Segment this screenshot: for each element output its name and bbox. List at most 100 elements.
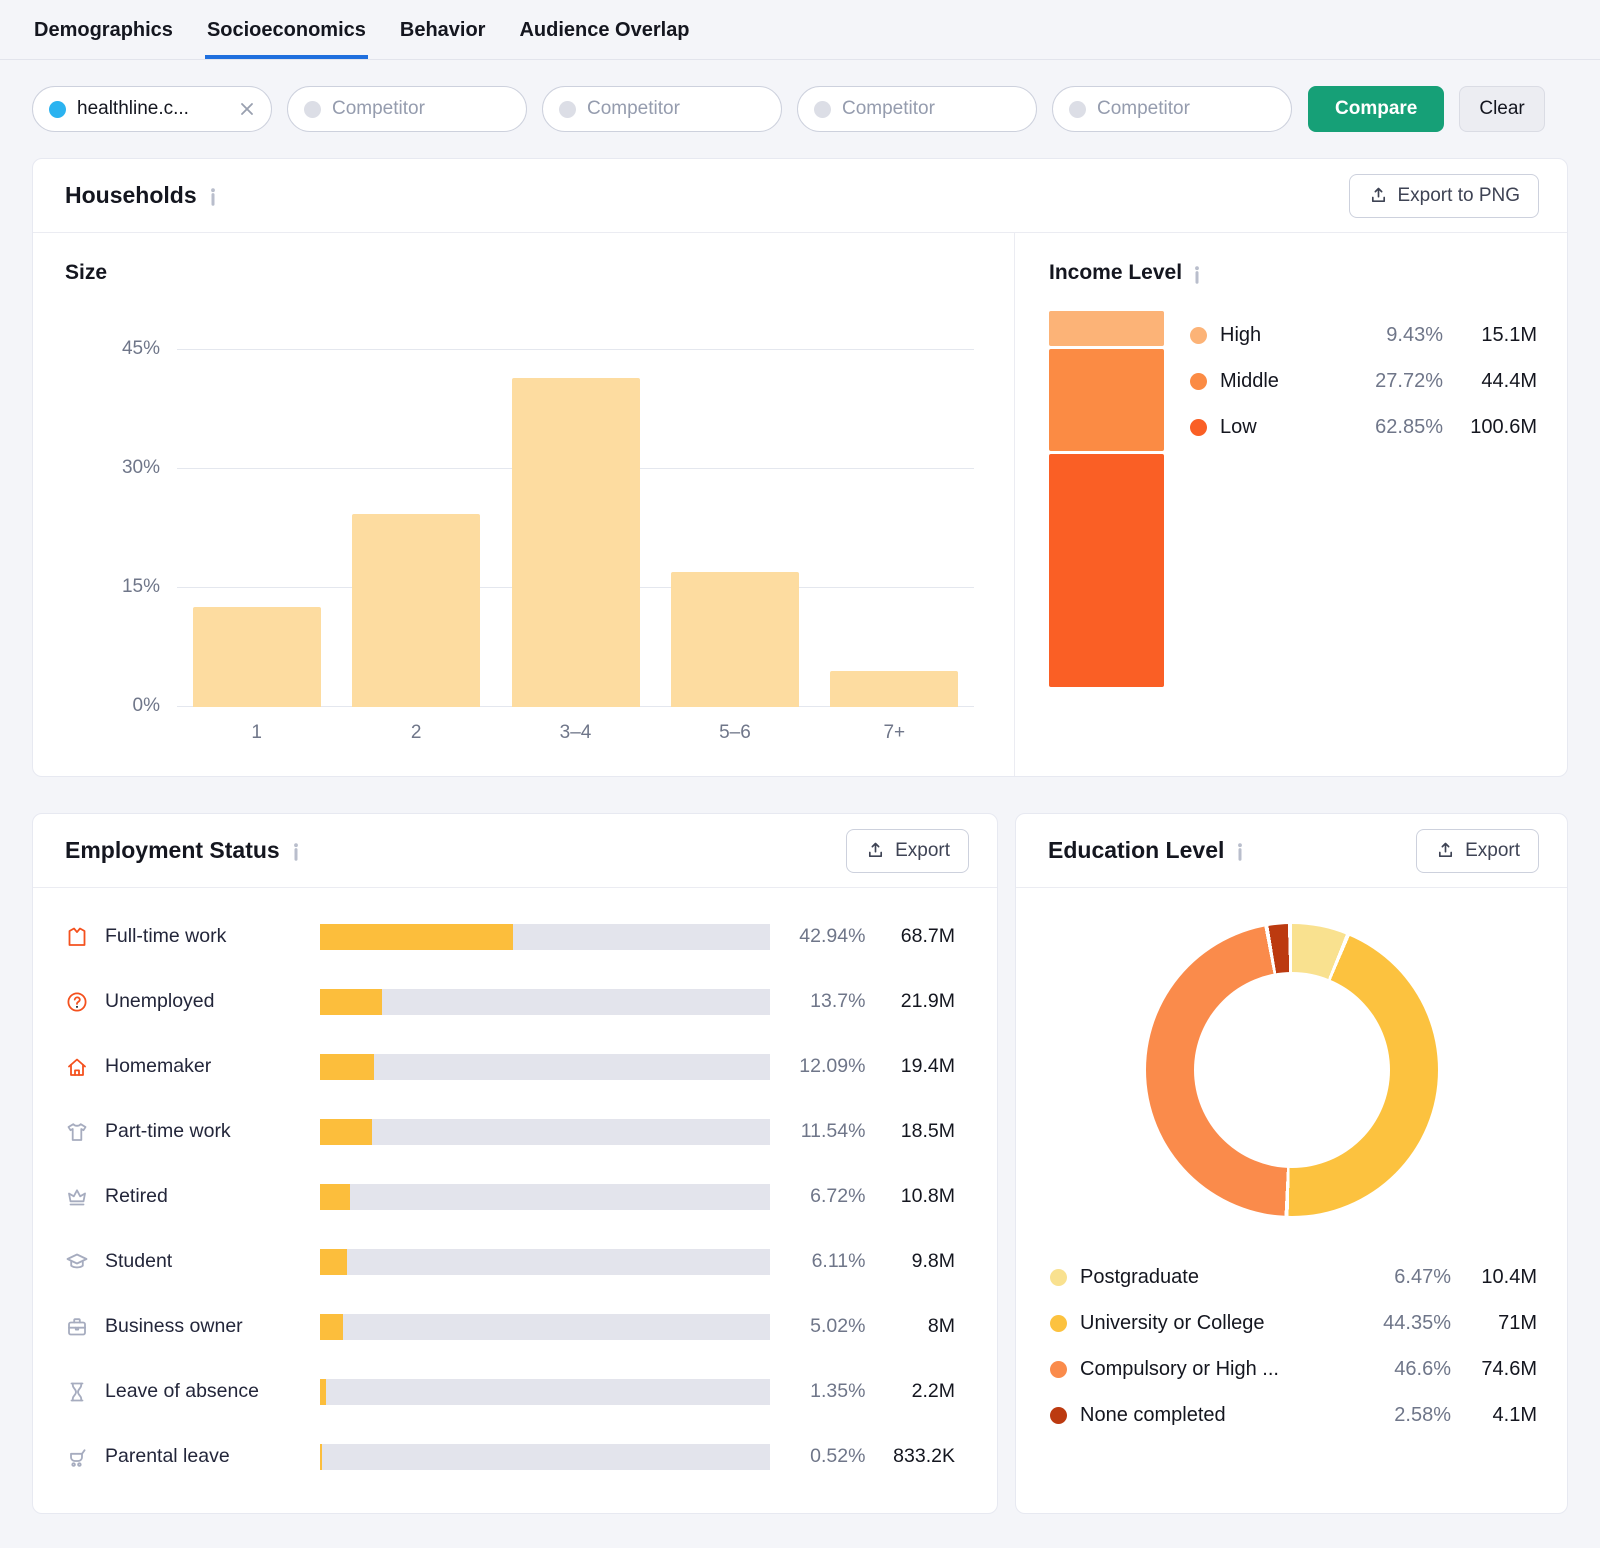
education-legend-label: Postgraduate <box>1080 1266 1359 1289</box>
export-to-png-button[interactable]: Export to PNG <box>1349 174 1540 218</box>
info-icon[interactable] <box>1235 842 1245 862</box>
employment-percent: 6.72% <box>770 1185 866 1208</box>
households-header: Households Export to PNG <box>33 159 1567 233</box>
employment-row: Leave of absence1.35%2.2M <box>65 1359 955 1424</box>
stroller-icon <box>65 1445 91 1469</box>
competitor-input-2[interactable]: Competitor <box>542 86 782 132</box>
employment-export-button[interactable]: Export <box>846 829 969 873</box>
x-tick-label: 5–6 <box>655 722 814 744</box>
income-segment-middle[interactable] <box>1049 349 1164 452</box>
legend-dot-icon <box>1190 419 1207 436</box>
legend-dot-icon <box>1050 1361 1067 1378</box>
y-tick-label: 0% <box>133 695 160 717</box>
employment-row: Full-time work42.94%68.7M <box>65 904 955 969</box>
legend-dot-icon <box>1190 327 1207 344</box>
tab-socioeconomics[interactable]: Socioeconomics <box>205 0 368 59</box>
domain-chip-label: healthline.c... <box>77 98 231 120</box>
legend-dot-icon <box>1050 1315 1067 1332</box>
size-xlabels: 123–45–67+ <box>177 722 974 744</box>
income-percent: 9.43% <box>1347 324 1443 347</box>
employment-bar-track <box>320 1184 770 1210</box>
competitor-input-1[interactable]: Competitor <box>287 86 527 132</box>
competitor-dot-icon <box>1069 101 1086 118</box>
employment-title-row: Employment Status <box>65 837 301 864</box>
education-percent: 6.47% <box>1359 1266 1451 1289</box>
education-value: 71M <box>1451 1312 1537 1335</box>
employment-bar-fill[interactable] <box>320 1314 343 1340</box>
employment-label: Unemployed <box>105 990 320 1013</box>
employment-row: Business owner5.02%8M <box>65 1294 955 1359</box>
education-export-button[interactable]: Export <box>1416 829 1539 873</box>
upload-icon <box>1368 185 1389 206</box>
education-value: 4.1M <box>1451 1404 1537 1427</box>
size-bar[interactable] <box>193 607 321 707</box>
tab-demographics[interactable]: Demographics <box>32 0 175 59</box>
employment-label: Parental leave <box>105 1445 320 1468</box>
bar-slot <box>496 307 655 707</box>
clear-button[interactable]: Clear <box>1459 86 1544 132</box>
employment-row: Part-time work11.54%18.5M <box>65 1099 955 1164</box>
size-bar[interactable] <box>671 572 799 707</box>
income-section: Income Level High9.43%15.1MMiddle27.72%4… <box>1015 233 1567 776</box>
competitor-placeholder: Competitor <box>1097 98 1277 120</box>
employment-bar-fill[interactable] <box>320 924 513 950</box>
size-plot: 0%15%30%45% <box>65 307 974 707</box>
income-legend-row: Low62.85%100.6M <box>1190 404 1537 450</box>
graduation-cap-icon <box>65 1250 91 1274</box>
households-title-row: Households <box>65 182 218 209</box>
employment-value: 9.8M <box>865 1250 955 1273</box>
size-bar[interactable] <box>830 671 958 707</box>
income-segment-low[interactable] <box>1049 454 1164 687</box>
filter-row: healthline.c... Competitor Competitor Comp… <box>0 60 1600 132</box>
education-percent: 44.35% <box>1359 1312 1451 1335</box>
upload-icon <box>1435 840 1456 861</box>
employment-value: 10.8M <box>865 1185 955 1208</box>
education-legend-label: None completed <box>1080 1404 1359 1427</box>
income-segment-high[interactable] <box>1049 311 1164 346</box>
employment-bar-fill[interactable] <box>320 1184 350 1210</box>
tab-audience-overlap[interactable]: Audience Overlap <box>517 0 691 59</box>
hourglass-icon <box>65 1380 91 1404</box>
education-legend-label: Compulsory or High ... <box>1080 1358 1359 1381</box>
employment-bar-fill[interactable] <box>320 1379 326 1405</box>
competitor-input-3[interactable]: Competitor <box>797 86 1037 132</box>
education-donut-chart <box>1146 924 1438 1216</box>
info-icon[interactable] <box>1192 265 1202 285</box>
employment-header: Employment Status Export <box>33 814 997 888</box>
info-icon[interactable] <box>208 187 218 207</box>
size-bar[interactable] <box>352 514 480 707</box>
upload-icon <box>865 840 886 861</box>
size-title: Size <box>65 261 974 285</box>
compare-button[interactable]: Compare <box>1308 86 1444 132</box>
tab-behavior[interactable]: Behavior <box>398 0 488 59</box>
competitor-dot-icon <box>304 101 321 118</box>
employment-label: Business owner <box>105 1315 320 1338</box>
employment-bar-fill[interactable] <box>320 1444 322 1470</box>
employment-percent: 6.11% <box>770 1250 866 1273</box>
export-to-png-label: Export to PNG <box>1398 185 1521 207</box>
education-value: 10.4M <box>1451 1266 1537 1289</box>
education-percent: 46.6% <box>1359 1358 1451 1381</box>
crown-icon <box>65 1185 91 1209</box>
tab-bar: Demographics Socioeconomics Behavior Audien… <box>0 0 1600 60</box>
employment-percent: 1.35% <box>770 1380 866 1403</box>
income-legend-label: Low <box>1220 416 1347 439</box>
income-legend-row: High9.43%15.1M <box>1190 312 1537 358</box>
employment-bar-fill[interactable] <box>320 989 382 1015</box>
info-icon[interactable] <box>291 842 301 862</box>
employment-bar-fill[interactable] <box>320 1249 347 1275</box>
education-card: Education Level Export Postgraduate6.47%… <box>1015 813 1568 1514</box>
domain-chip[interactable]: healthline.c... <box>32 86 272 132</box>
employment-bar-fill[interactable] <box>320 1119 372 1145</box>
employment-value: 833.2K <box>865 1445 955 1468</box>
income-legend: High9.43%15.1MMiddle27.72%44.4MLow62.85%… <box>1190 311 1537 687</box>
competitor-input-4[interactable]: Competitor <box>1052 86 1292 132</box>
close-icon[interactable] <box>237 99 257 119</box>
employment-bar-track <box>320 1444 770 1470</box>
employment-row: Retired6.72%10.8M <box>65 1164 955 1229</box>
employment-bar-fill[interactable] <box>320 1054 374 1080</box>
employment-value: 19.4M <box>865 1055 955 1078</box>
employment-value: 68.7M <box>865 925 955 948</box>
size-bar[interactable] <box>512 378 640 707</box>
employment-value: 21.9M <box>865 990 955 1013</box>
